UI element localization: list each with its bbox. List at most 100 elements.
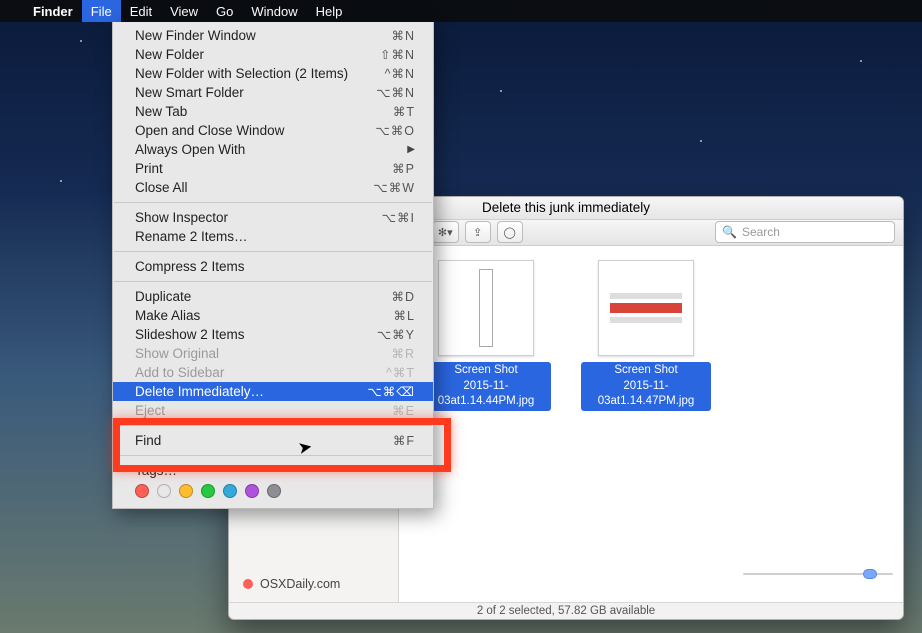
menu-shortcut: ⌘L bbox=[394, 308, 415, 323]
search-icon: 🔍 bbox=[722, 225, 737, 239]
menu-item-label: Find bbox=[135, 433, 161, 448]
menu-item-label: Open and Close Window bbox=[135, 123, 284, 138]
menu-help[interactable]: Help bbox=[307, 0, 352, 22]
menu-item-rename-2-items[interactable]: Rename 2 Items… bbox=[113, 227, 433, 246]
menu-item-find[interactable]: Find ⌘F bbox=[113, 431, 433, 450]
status-bar: 2 of 2 selected, 57.82 GB available bbox=[229, 602, 903, 619]
menu-item-delete-immediately[interactable]: Delete Immediately… ⌥⌘⌫ bbox=[113, 382, 433, 401]
menu-item-label: Print bbox=[135, 161, 163, 176]
menu-shortcut: ⌘E bbox=[392, 403, 415, 418]
file-menu-dropdown: New Finder Window⌘NNew Folder⇧⌘NNew Fold… bbox=[112, 22, 434, 509]
file-browser[interactable]: Screen Shot 2015-11-03at1.14.44PM.jpg Sc… bbox=[399, 246, 903, 602]
menu-item-label: Compress 2 Items bbox=[135, 259, 245, 274]
file-item[interactable]: Screen Shot 2015-11-03at1.14.47PM.jpg bbox=[581, 260, 711, 411]
menu-item-label: Duplicate bbox=[135, 289, 191, 304]
menu-item-new-finder-window[interactable]: New Finder Window ⌘N bbox=[113, 26, 433, 45]
menu-item-label: New Folder with Selection (2 Items) bbox=[135, 66, 348, 81]
menu-item-compress-2-items[interactable]: Compress 2 Items bbox=[113, 257, 433, 276]
menubar: Finder File Edit View Go Window Help bbox=[0, 0, 922, 22]
action-button[interactable]: ✻▾ bbox=[432, 221, 459, 243]
menu-item-make-alias[interactable]: Make Alias ⌘L bbox=[113, 306, 433, 325]
share-button[interactable]: ⇪ bbox=[465, 221, 491, 243]
tag-color-dot[interactable] bbox=[201, 484, 215, 498]
tag-color-dot[interactable] bbox=[157, 484, 171, 498]
menu-item-label: Always Open With bbox=[135, 142, 245, 157]
tag-color-dot[interactable] bbox=[267, 484, 281, 498]
menu-item-label: Slideshow 2 Items bbox=[135, 327, 245, 342]
sidebar-label: OSXDaily.com bbox=[260, 577, 340, 591]
menu-item-open-and-close-window[interactable]: Open and Close Window ⌥⌘O bbox=[113, 121, 433, 140]
menu-item-label: Delete Immediately… bbox=[135, 384, 264, 399]
tag-color-row bbox=[113, 480, 433, 498]
menu-shortcut: ⌘T bbox=[393, 104, 415, 119]
menu-item-label: Tags… bbox=[135, 463, 177, 478]
menu-separator bbox=[114, 281, 432, 282]
search-input[interactable]: 🔍 Search bbox=[715, 221, 895, 243]
menu-shortcut: ⌘F bbox=[393, 433, 415, 448]
menu-shortcut: ⌥⌘O bbox=[375, 123, 415, 138]
menu-item-print[interactable]: Print ⌘P bbox=[113, 159, 433, 178]
menu-item-new-smart-folder[interactable]: New Smart Folder ⌥⌘N bbox=[113, 83, 433, 102]
tag-color-dot[interactable] bbox=[179, 484, 193, 498]
menu-item-label: New Finder Window bbox=[135, 28, 256, 43]
menu-shortcut: ⌘N bbox=[391, 28, 415, 43]
menu-item-new-tab[interactable]: New Tab ⌘T bbox=[113, 102, 433, 121]
menu-item-add-to-sidebar: Add to Sidebar^⌘T bbox=[113, 363, 433, 382]
menu-item-duplicate[interactable]: Duplicate ⌘D bbox=[113, 287, 433, 306]
menu-item-show-original: Show Original ⌘R bbox=[113, 344, 433, 363]
menu-item-eject: Eject ⌘E bbox=[113, 401, 433, 420]
menu-item-label: New Folder bbox=[135, 47, 204, 62]
menu-item-label: Rename 2 Items… bbox=[135, 229, 248, 244]
window-title: Delete this junk immediately bbox=[482, 200, 650, 215]
menu-file[interactable]: File bbox=[82, 0, 121, 22]
tag-dot-icon bbox=[243, 579, 253, 589]
file-thumbnail-icon bbox=[438, 260, 534, 356]
menu-window[interactable]: Window bbox=[242, 0, 306, 22]
menu-item-close-all[interactable]: Close All ⌥⌘W bbox=[113, 178, 433, 197]
menu-item-label: New Tab bbox=[135, 104, 187, 119]
menu-item-label: Eject bbox=[135, 403, 165, 418]
menu-shortcut: ⌥⌘W bbox=[373, 180, 415, 195]
menu-shortcut: ⌥⌘I bbox=[382, 210, 415, 225]
menu-item-label: Add to Sidebar bbox=[135, 365, 224, 380]
menu-edit[interactable]: Edit bbox=[121, 0, 161, 22]
menu-shortcut: ⌥⌘⌫ bbox=[367, 384, 415, 399]
file-thumbnail-icon bbox=[598, 260, 694, 356]
search-placeholder: Search bbox=[742, 225, 780, 239]
menu-shortcut: ^⌘N bbox=[385, 66, 415, 81]
menu-go[interactable]: Go bbox=[207, 0, 242, 22]
tag-color-dot[interactable] bbox=[135, 484, 149, 498]
submenu-arrow-icon: ▶ bbox=[407, 144, 415, 155]
menu-item-label: Close All bbox=[135, 180, 188, 195]
tag-color-dot[interactable] bbox=[245, 484, 259, 498]
file-item[interactable]: Screen Shot 2015-11-03at1.14.44PM.jpg bbox=[421, 260, 551, 411]
menu-item-label: Show Original bbox=[135, 346, 219, 361]
menu-item-label: Show Inspector bbox=[135, 210, 228, 225]
menu-shortcut: ⌥⌘N bbox=[376, 85, 415, 100]
menu-item-tags[interactable]: Tags… bbox=[113, 461, 433, 480]
file-name: Screen Shot 2015-11-03at1.14.47PM.jpg bbox=[581, 362, 711, 411]
file-name: Screen Shot 2015-11-03at1.14.44PM.jpg bbox=[421, 362, 551, 411]
tag-color-dot[interactable] bbox=[223, 484, 237, 498]
menu-item-new-folder[interactable]: New Folder⇧⌘N bbox=[113, 45, 433, 64]
menu-shortcut: ⌘P bbox=[392, 161, 415, 176]
sidebar-tag-osxdaily[interactable]: OSXDaily.com bbox=[229, 574, 398, 594]
menu-item-show-inspector[interactable]: Show Inspector ⌥⌘I bbox=[113, 208, 433, 227]
menu-item-new-folder-with-selection-2-items[interactable]: New Folder with Selection (2 Items) ^⌘N bbox=[113, 64, 433, 83]
menu-shortcut: ⌘R bbox=[391, 346, 415, 361]
tags-button[interactable]: ◯ bbox=[497, 221, 523, 243]
menu-item-label: Make Alias bbox=[135, 308, 200, 323]
menu-shortcut: ⌘D bbox=[391, 289, 415, 304]
menu-separator bbox=[114, 425, 432, 426]
menu-item-always-open-with[interactable]: Always Open With ▶ bbox=[113, 140, 433, 159]
app-name[interactable]: Finder bbox=[24, 0, 82, 22]
menu-view[interactable]: View bbox=[161, 0, 207, 22]
menu-separator bbox=[114, 251, 432, 252]
zoom-slider[interactable] bbox=[743, 569, 893, 579]
menu-separator bbox=[114, 202, 432, 203]
menu-item-label: New Smart Folder bbox=[135, 85, 244, 100]
menu-item-slideshow-2-items[interactable]: Slideshow 2 Items ⌥⌘Y bbox=[113, 325, 433, 344]
menu-separator bbox=[114, 455, 432, 456]
status-text: 2 of 2 selected, 57.82 GB available bbox=[477, 605, 655, 617]
menu-shortcut: ⌥⌘Y bbox=[377, 327, 415, 342]
